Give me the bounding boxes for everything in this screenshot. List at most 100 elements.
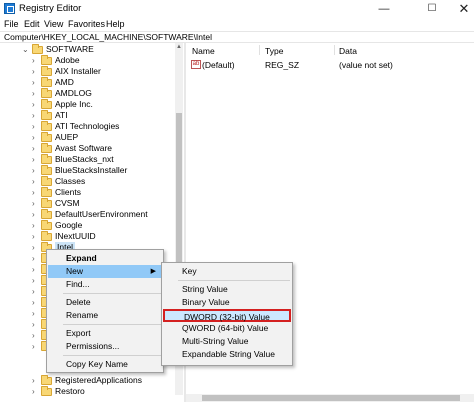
column-header-name[interactable]: Name	[192, 46, 215, 56]
tree-item-label: Clients	[55, 187, 81, 197]
menu-item-find[interactable]: Find...	[48, 278, 162, 291]
tree-item[interactable]: › AUEP	[0, 132, 175, 143]
chevron-right-icon[interactable]: ›	[32, 375, 35, 386]
tree-item[interactable]: › CVSM	[0, 198, 175, 209]
menu-item-export[interactable]: Export	[48, 327, 162, 340]
tree-item-restoro[interactable]: › Restoro	[0, 386, 175, 397]
tree-item[interactable]: › BlueStacks_nxt	[0, 154, 175, 165]
menu-view[interactable]: View	[44, 19, 63, 29]
submenu-item-string-value[interactable]: String Value	[163, 283, 291, 296]
chevron-right-icon[interactable]: ›	[32, 220, 35, 231]
menu-item-delete[interactable]: Delete	[48, 296, 162, 309]
folder-icon	[32, 44, 43, 54]
chevron-right-icon[interactable]: ›	[32, 121, 35, 132]
tree-item-label: DefaultUserEnvironment	[55, 209, 148, 219]
menu-favorites[interactable]: Favorites	[68, 19, 105, 29]
chevron-right-icon[interactable]: ›	[32, 275, 35, 286]
value-name[interactable]: (Default)	[202, 60, 235, 71]
menu-item-copy-key-name[interactable]: Copy Key Name	[48, 358, 162, 371]
chevron-right-icon[interactable]: ›	[32, 88, 35, 99]
menu-item-new[interactable]: New ▶	[48, 265, 162, 278]
maximize-button[interactable]: ☐	[414, 0, 450, 18]
column-header-type[interactable]: Type	[265, 46, 283, 56]
menu-item-rename[interactable]: Rename	[48, 309, 162, 322]
chevron-right-icon[interactable]: ›	[32, 132, 35, 143]
tree-item[interactable]: › BlueStacksInstaller	[0, 165, 175, 176]
chevron-right-icon[interactable]: ›	[32, 209, 35, 220]
new-submenu: Key String Value Binary Value DWORD (32-…	[161, 262, 293, 366]
menu-item-label: New	[66, 266, 84, 276]
menu-edit[interactable]: Edit	[24, 19, 40, 29]
chevron-right-icon[interactable]: ›	[32, 165, 35, 176]
chevron-right-icon[interactable]: ›	[32, 286, 35, 297]
tree-item[interactable]: › Clients	[0, 187, 175, 198]
tree-item[interactable]: › ATI Technologies	[0, 121, 175, 132]
chevron-right-icon[interactable]: ›	[32, 330, 35, 341]
minimize-button[interactable]: —	[366, 0, 402, 18]
chevron-right-icon[interactable]: ›	[32, 154, 35, 165]
chevron-right-icon[interactable]: ›	[32, 77, 35, 88]
chevron-right-icon[interactable]: ›	[32, 297, 35, 308]
submenu-item-multi-string-value[interactable]: Multi-String Value	[163, 335, 291, 348]
folder-icon	[41, 165, 52, 175]
chevron-right-icon[interactable]: ›	[32, 242, 35, 253]
tree-item-label: AUEP	[55, 132, 79, 142]
tree-item[interactable]: › Adobe	[0, 55, 175, 66]
menu-item-permissions[interactable]: Permissions...	[48, 340, 162, 353]
menu-separator	[63, 355, 161, 356]
chevron-right-icon[interactable]: ›	[32, 319, 35, 330]
tree-item[interactable]: › DefaultUserEnvironment	[0, 209, 175, 220]
tree-item[interactable]: › AIX Installer	[0, 66, 175, 77]
values-horizontal-scrollbar[interactable]	[186, 394, 474, 402]
chevron-right-icon[interactable]: ›	[32, 110, 35, 121]
submenu-item-key[interactable]: Key	[163, 265, 291, 278]
tree-item[interactable]: › Apple Inc.	[0, 99, 175, 110]
close-button[interactable]: ✕	[446, 0, 474, 18]
tree-item[interactable]: › INextUUID	[0, 231, 175, 242]
value-data: (value not set)	[339, 60, 393, 70]
chevron-right-icon[interactable]: ›	[32, 187, 35, 198]
submenu-item-expandable-string-value[interactable]: Expandable String Value	[163, 348, 291, 361]
tree-item[interactable]: › Avast Software	[0, 143, 175, 154]
chevron-right-icon[interactable]: ›	[32, 198, 35, 209]
tree-item-label: SOFTWARE	[46, 44, 94, 54]
chevron-right-icon[interactable]: ›	[32, 386, 35, 397]
tree-item[interactable]: › AMD	[0, 77, 175, 88]
tree-item[interactable]: › ATI	[0, 110, 175, 121]
chevron-right-icon[interactable]: ›	[32, 231, 35, 242]
column-divider[interactable]	[334, 45, 335, 55]
chevron-right-icon[interactable]: ›	[32, 308, 35, 319]
chevron-right-icon[interactable]: ›	[32, 253, 35, 264]
chevron-right-icon[interactable]: ›	[32, 176, 35, 187]
folder-icon	[41, 99, 52, 109]
tree-item[interactable]: › AMDLOG	[0, 88, 175, 99]
folder-icon	[41, 110, 52, 120]
column-header-data[interactable]: Data	[339, 46, 357, 56]
chevron-down-icon[interactable]: ⌄	[22, 44, 29, 55]
scroll-up-icon[interactable]: ▲	[175, 43, 183, 51]
address-bar[interactable]: Computer\HKEY_LOCAL_MACHINE\SOFTWARE\Int…	[0, 31, 474, 43]
scrollbar-thumb[interactable]	[202, 395, 460, 401]
tree-item-software[interactable]: ⌄ SOFTWARE	[0, 44, 175, 55]
submenu-item-qword-value[interactable]: QWORD (64-bit) Value	[163, 322, 291, 335]
tree-item-registered-applications[interactable]: › RegisteredApplications	[0, 375, 175, 386]
folder-icon	[41, 375, 52, 385]
chevron-right-icon[interactable]: ›	[32, 55, 35, 66]
chevron-right-icon[interactable]: ›	[32, 66, 35, 77]
folder-icon	[41, 121, 52, 131]
chevron-right-icon[interactable]: ›	[32, 99, 35, 110]
menu-file[interactable]: File	[4, 19, 19, 29]
chevron-right-icon[interactable]: ›	[32, 341, 35, 352]
chevron-right-icon[interactable]: ›	[32, 264, 35, 275]
context-menu: Expand New ▶ Find... Delete Rename Expor…	[46, 249, 164, 373]
tree-item[interactable]: › Classes	[0, 176, 175, 187]
menu-item-expand[interactable]: Expand	[48, 252, 162, 265]
submenu-item-binary-value[interactable]: Binary Value	[163, 296, 291, 309]
menu-help[interactable]: Help	[106, 19, 125, 29]
column-divider[interactable]	[259, 45, 260, 55]
chevron-right-icon[interactable]: ›	[32, 143, 35, 154]
tree-item-label: AIX Installer	[55, 66, 101, 76]
tree-item[interactable]: › Google	[0, 220, 175, 231]
submenu-item-dword-value[interactable]: DWORD (32-bit) Value	[163, 309, 291, 322]
tree-item-label: Restoro	[55, 386, 85, 396]
